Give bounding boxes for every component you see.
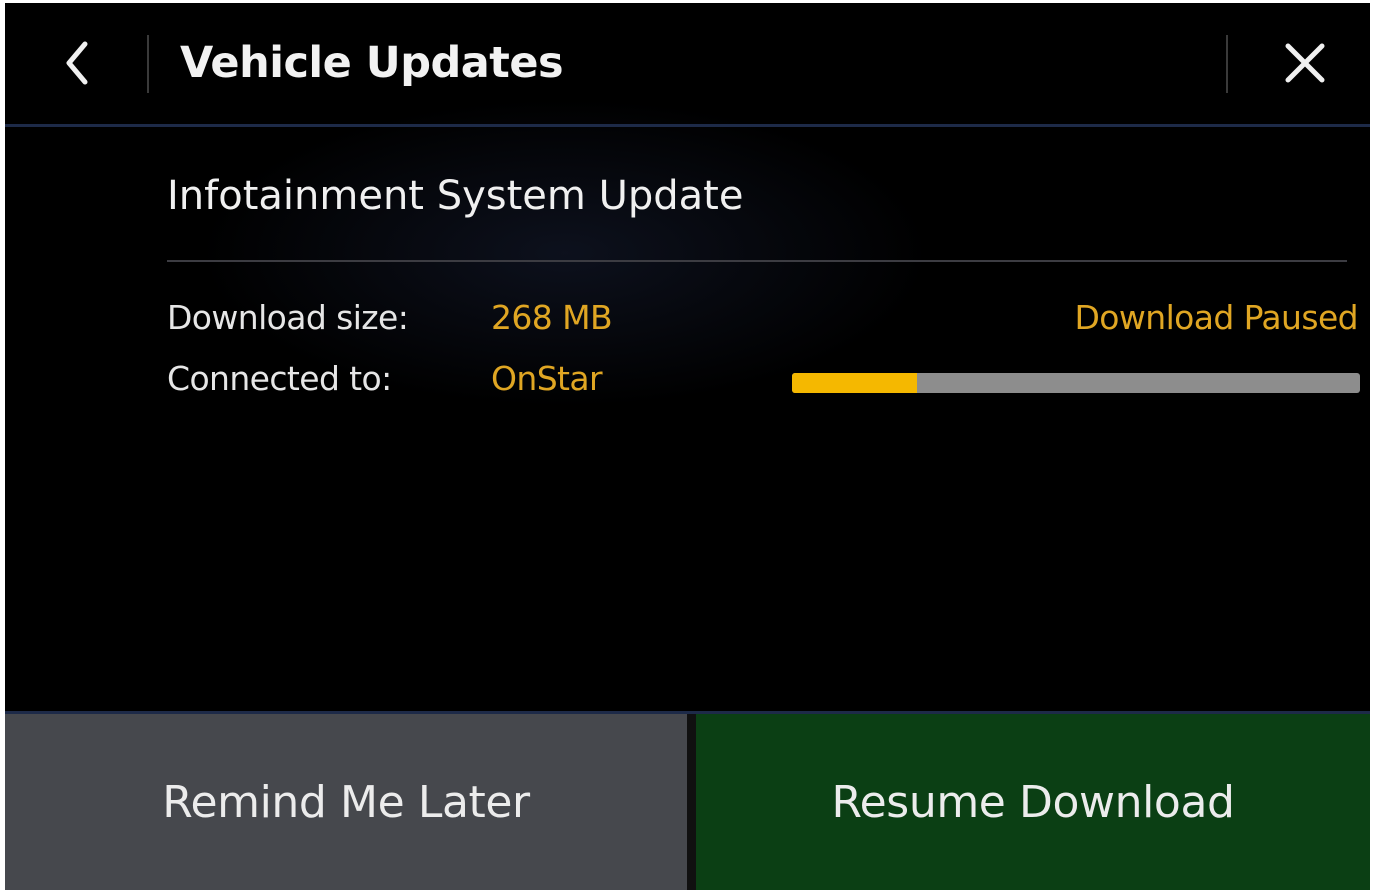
close-button[interactable] (1267, 25, 1343, 101)
close-icon (1283, 41, 1327, 85)
download-size-value: 268 MB (491, 298, 613, 337)
header-bar: Vehicle Updates (5, 3, 1370, 124)
resume-download-label: Resume Download (831, 776, 1235, 828)
download-status: Download Paused (1074, 298, 1358, 337)
vehicle-updates-screen: Vehicle Updates Infotainment System Upda… (5, 3, 1370, 890)
button-separator (687, 714, 696, 890)
download-size-label: Download size: (167, 298, 409, 337)
download-progress-bar (792, 373, 1360, 393)
chevron-left-icon (61, 38, 93, 88)
back-button[interactable] (45, 25, 109, 101)
remind-me-later-button[interactable]: Remind Me Later (5, 714, 687, 890)
resume-download-button[interactable]: Resume Download (696, 714, 1370, 890)
section-divider (167, 260, 1347, 262)
connected-to-label: Connected to: (167, 359, 392, 398)
header-divider-left (147, 35, 149, 93)
page-title: Vehicle Updates (180, 38, 564, 88)
remind-me-later-label: Remind Me Later (162, 776, 530, 828)
header-divider-line (5, 124, 1370, 127)
update-title: Infotainment System Update (167, 173, 744, 219)
download-progress-fill (792, 373, 917, 393)
connected-to-value: OnStar (491, 359, 603, 398)
header-divider-right (1226, 35, 1228, 93)
